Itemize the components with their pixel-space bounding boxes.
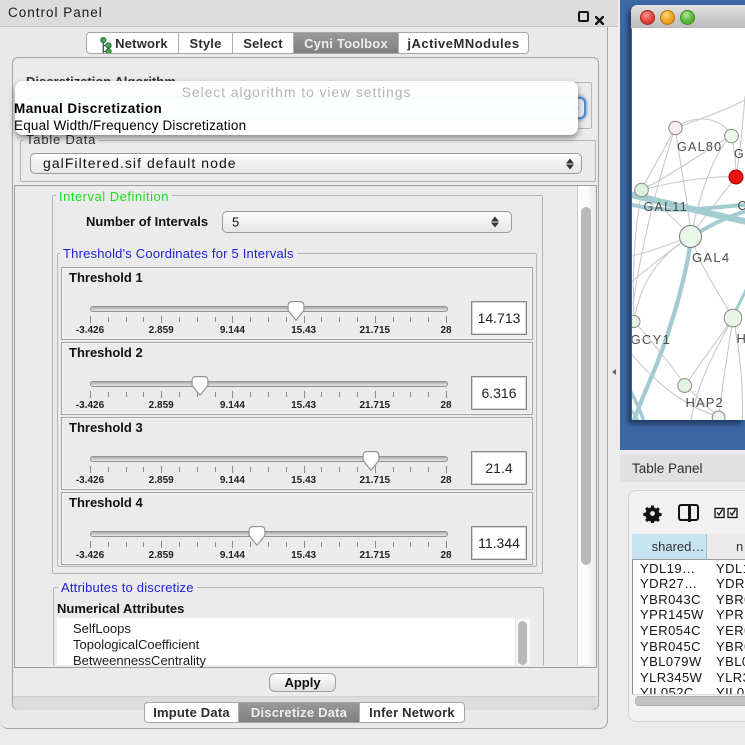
svg-text:HAP2: HAP2 [686,395,724,410]
svg-text:GAL11: GAL11 [644,200,689,214]
svg-text:GAL80: GAL80 [677,140,722,154]
svg-text:GCY1: GCY1 [632,332,671,347]
svg-text:H: H [737,331,745,346]
svg-text:GAL4: GAL4 [692,250,730,265]
svg-text:GA: GA [734,147,745,161]
svg-text:C: C [738,199,745,213]
